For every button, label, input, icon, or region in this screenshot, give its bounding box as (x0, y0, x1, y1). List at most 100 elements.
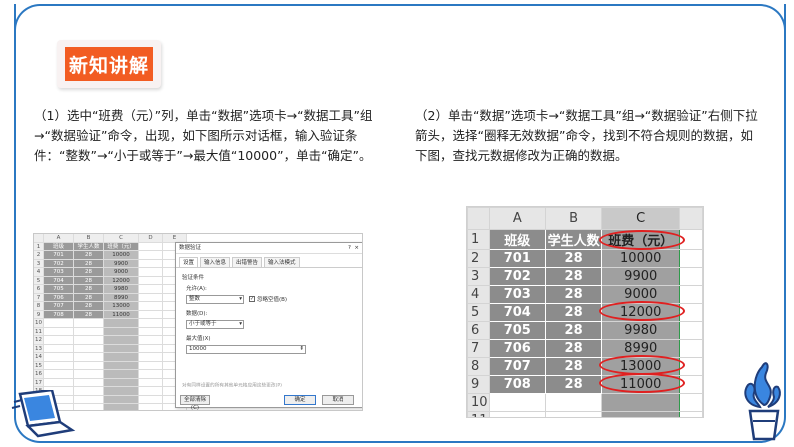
data-validation-dialog: 数据验证 ? × 设置 输入信息 出错警告 输入法模式 验证条件 允许(A): … (175, 242, 362, 410)
table-cell[interactable]: 702 (488, 267, 546, 286)
small-cell[interactable]: 708 (44, 310, 74, 319)
table-row: 10 (467, 393, 703, 412)
criteria-heading: 验证条件 (182, 275, 205, 281)
small-col-a[interactable]: A (44, 234, 74, 243)
ignore-blank-label: 忽略空值(B) (257, 297, 288, 303)
small-cell[interactable]: 707 (44, 302, 74, 311)
table-cell[interactable]: 28 (544, 321, 603, 340)
small-cell[interactable]: 703 (44, 268, 74, 277)
table-cell[interactable]: 28 (544, 375, 603, 394)
clear-all-button[interactable]: 全部清除(C) (180, 395, 210, 410)
help-icon[interactable]: ? (348, 245, 351, 251)
laptop-icon (11, 390, 76, 438)
small-cell[interactable]: 28 (74, 276, 104, 285)
row-number[interactable]: 6 (467, 321, 490, 340)
small-cell[interactable]: 28 (74, 268, 104, 277)
row-number[interactable]: 10 (467, 393, 490, 412)
max-input[interactable]: 10000 ⇞ (186, 345, 306, 354)
tab-input-message[interactable]: 输入信息 (200, 257, 231, 267)
small-cell[interactable]: 9980 (104, 285, 139, 294)
small-header-row: 1 班级 学生人数 班费（元） (34, 242, 187, 251)
table-cell[interactable]: 学生人数 (544, 229, 603, 250)
cancel-button[interactable]: 取消 (322, 395, 354, 405)
table-cell[interactable]: 10000 (601, 249, 680, 268)
table-cell[interactable]: 707 (488, 357, 546, 376)
table-cell[interactable]: 28 (544, 285, 603, 304)
allow-select[interactable]: 整数 ▾ (186, 295, 244, 304)
row-number[interactable]: 2 (467, 249, 490, 268)
dialog-tabs: 设置 输入信息 出错警告 输入法模式 (176, 254, 362, 268)
table-cell[interactable]: 28 (544, 357, 603, 376)
col-c[interactable]: C (601, 207, 680, 230)
small-col-headers: A B C D E (34, 234, 187, 243)
data-select[interactable]: 小于或等于 ▾ (186, 320, 244, 329)
small-col-b[interactable]: B (74, 234, 104, 243)
small-cell[interactable]: 706 (44, 293, 74, 302)
small-corner (34, 234, 44, 243)
table-cell[interactable]: 28 (544, 339, 603, 358)
table-cell[interactable]: 9980 (601, 321, 680, 340)
section-badge: 新知讲解 (57, 40, 161, 88)
dialog-titlebar: 数据验证 ? × (176, 243, 362, 254)
ignore-blank-option[interactable]: ✓ 忽略空值(B) (249, 295, 287, 303)
col-b[interactable]: B (544, 207, 603, 230)
table-cell[interactable]: 705 (488, 321, 546, 340)
row-number[interactable]: 7 (467, 339, 490, 358)
small-cell[interactable]: 12000 (104, 276, 139, 285)
invalid-circle-header (599, 230, 685, 250)
row-number[interactable]: 3 (467, 267, 490, 286)
row-number[interactable]: 9 (467, 375, 490, 394)
tab-settings[interactable]: 设置 (179, 257, 199, 267)
small-cell[interactable]: 学生人数 (74, 242, 104, 251)
table-cell[interactable]: 28 (544, 249, 603, 268)
col-a[interactable]: A (488, 207, 546, 230)
small-cell[interactable]: 班级 (44, 242, 74, 251)
small-cell[interactable]: 13000 (104, 302, 139, 311)
table-cell[interactable]: 708 (488, 375, 546, 394)
small-cell[interactable]: 11000 (104, 310, 139, 319)
small-cell[interactable]: 28 (74, 293, 104, 302)
row-number[interactable]: 5 (467, 303, 490, 322)
small-cell[interactable]: 705 (44, 285, 74, 294)
table-cell[interactable]: 9900 (601, 267, 680, 286)
small-cell[interactable]: 28 (74, 285, 104, 294)
small-col-d[interactable]: D (139, 234, 163, 243)
chevron-down-icon: ▾ (239, 321, 242, 327)
row-number[interactable]: 11 (467, 411, 490, 417)
small-cell[interactable]: 班费（元） (104, 242, 139, 251)
small-cell[interactable]: 9000 (104, 268, 139, 277)
range-select-icon[interactable]: ⇞ (299, 346, 304, 353)
small-cell[interactable]: 28 (74, 251, 104, 260)
row-number[interactable]: 4 (467, 285, 490, 304)
row-number[interactable]: 8 (467, 357, 490, 376)
table-cell[interactable]: 703 (488, 285, 546, 304)
checkbox-checked-icon[interactable]: ✓ (249, 296, 255, 302)
small-col-c[interactable]: C (104, 234, 139, 243)
table-cell[interactable]: 701 (488, 249, 546, 268)
small-cell[interactable]: 704 (44, 276, 74, 285)
ok-button[interactable]: 确定 (284, 395, 316, 405)
small-cell[interactable]: 28 (74, 310, 104, 319)
tab-ime-mode[interactable]: 输入法模式 (264, 257, 300, 267)
data-label: 数据(D): (186, 311, 208, 317)
invalid-circle-11000 (599, 373, 685, 393)
invalid-circle-12000 (599, 301, 685, 321)
invalid-circle-13000 (599, 355, 685, 375)
small-cell[interactable]: 8990 (104, 293, 139, 302)
tab-error-alert[interactable]: 出错警告 (232, 257, 263, 267)
table-cell[interactable]: 班级 (488, 229, 546, 250)
small-cell[interactable]: 28 (74, 302, 104, 311)
table-row: 6 705 28 9980 (467, 321, 703, 340)
small-cell[interactable]: 702 (44, 259, 74, 268)
small-cell[interactable]: 10000 (104, 251, 139, 260)
small-cell[interactable]: 28 (74, 259, 104, 268)
close-icon[interactable]: × (354, 245, 359, 251)
small-cell[interactable]: 9900 (104, 259, 139, 268)
table-cell[interactable]: 28 (544, 303, 603, 322)
apply-note[interactable]: 对有同样设置的所有其他单元格应用这些更改(P) (182, 382, 282, 388)
row-number[interactable]: 1 (467, 229, 490, 250)
table-cell[interactable]: 706 (488, 339, 546, 358)
table-cell[interactable]: 704 (488, 303, 546, 322)
table-cell[interactable]: 28 (544, 267, 603, 286)
small-cell[interactable]: 701 (44, 251, 74, 260)
